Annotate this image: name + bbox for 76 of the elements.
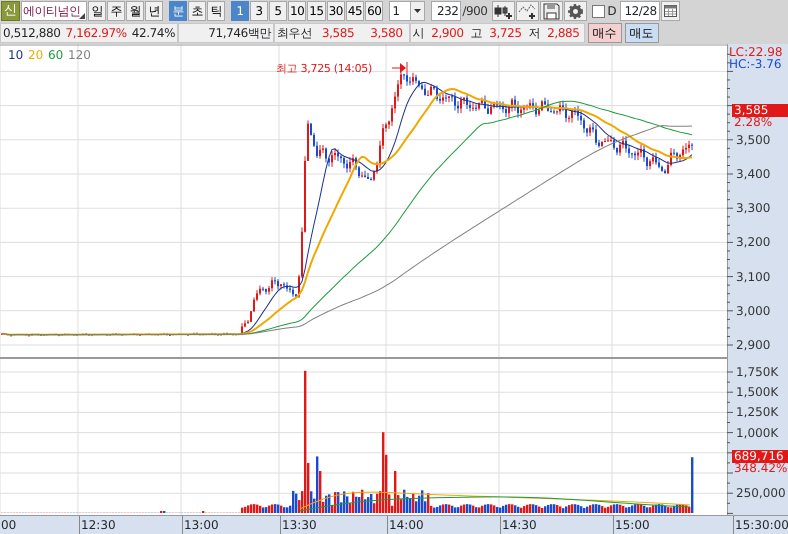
hc-value: HC:-3.76 (729, 58, 782, 71)
volume-axis-label: 1,750K (736, 366, 778, 379)
volume-ratio-tag: 348.42% (734, 462, 788, 475)
price-field-value: 2,885 (547, 25, 580, 42)
sell-button[interactable]: 매도 (624, 23, 659, 43)
unit-tab[interactable]: 틱 (207, 1, 225, 21)
period-tab[interactable]: 월 (126, 1, 144, 21)
interval-tab[interactable]: 45 (346, 1, 364, 21)
stock-name-field[interactable]: 에이티넘인 (21, 1, 87, 21)
lc-value: LC:22.98 (729, 46, 782, 59)
unit-tab[interactable]: 분 (169, 1, 187, 21)
volume-ratio: 7,162.97% (65, 25, 127, 42)
unit-tab[interactable]: 초 (188, 1, 206, 21)
time-axis-label: 14:00 (389, 519, 424, 532)
volume-axis-label: 1,250K (736, 406, 778, 420)
line-add-icon[interactable] (518, 2, 538, 20)
time-axis-label: 15:00 (615, 519, 650, 532)
price-tag: 3,585 (732, 104, 788, 117)
interval-tab[interactable]: 30 (326, 1, 345, 21)
volume-axis-label: 250,000 (736, 487, 786, 500)
dropdown-caret-icon[interactable] (414, 9, 422, 13)
multiplier-select[interactable]: 1 (389, 1, 426, 21)
price-field-value: 2,900 (431, 25, 464, 42)
corner-caret-icon (79, 13, 85, 19)
price-field-label: 시 (412, 25, 424, 42)
turnover-rate: 42.74% (132, 25, 176, 42)
price-axis-label: 3,200 (736, 236, 770, 250)
price-axis-label: 3,500 (736, 134, 770, 147)
high-price-note: 최고 3,725 (14:05) (276, 62, 372, 75)
time-axis-label: 14:30 (502, 519, 537, 532)
interval-tab[interactable]: 1 (231, 1, 249, 21)
time-axis-label: 00 (1, 519, 16, 532)
volume-axis-label: 1,000K (736, 426, 778, 440)
time-axis-label: 15:30:00 (735, 519, 788, 532)
interval-tab[interactable]: 15 (307, 1, 326, 21)
time-axis-label: 13:00 (184, 519, 219, 532)
price-axis-label: 3,000 (736, 304, 770, 318)
legend-label: 20 (28, 49, 44, 62)
period-tab[interactable]: 일 (88, 1, 106, 21)
date-field[interactable]: 12/28 (620, 1, 660, 21)
interval-tab[interactable]: 60 (365, 1, 384, 21)
bid-price: 3,580 (370, 25, 403, 42)
legend-label: 10 (8, 49, 24, 62)
price-field-label: 고 (470, 25, 482, 42)
price-axis-label: 2,900 (736, 339, 770, 352)
volume-axis-label: 1,500K (736, 386, 778, 400)
d-checkbox[interactable] (592, 4, 606, 18)
bar-max-label: /900 (462, 3, 488, 20)
interval-tab[interactable]: 3 (250, 1, 268, 21)
price-axis-label: 3,400 (736, 168, 770, 181)
trade-amount: 71,746백만 (208, 25, 272, 42)
settings-icon[interactable] (566, 2, 586, 20)
price-field-label: 저 (528, 25, 540, 42)
d-label: D (607, 3, 617, 20)
buy-button[interactable]: 매수 (588, 23, 622, 43)
best-quote-label: 최우선 (277, 25, 312, 42)
save-icon[interactable] (542, 2, 562, 20)
volume-value: 0,512,880 (3, 25, 60, 42)
legend-label: 120 (68, 49, 91, 62)
time-axis-label: 13:30 (282, 519, 317, 532)
interval-tab[interactable]: 10 (288, 1, 306, 21)
price-field-value: 3,725 (489, 25, 522, 42)
legend-label: 60 (48, 49, 64, 62)
arrow-icon (392, 62, 408, 74)
market-badge: 신 (1, 1, 20, 21)
period-tab[interactable]: 주 (107, 1, 125, 21)
price-axis-label: 3,100 (736, 270, 770, 284)
volume-tag: 689,716 (732, 450, 788, 463)
ask-price: 3,585 (322, 25, 354, 42)
price-axis-label: 3,300 (736, 202, 770, 216)
bar-count-field[interactable]: 232 (431, 1, 462, 21)
calendar-icon[interactable] (664, 5, 677, 17)
change-tag: 2.28% (734, 116, 772, 129)
interval-tab[interactable]: 5 (269, 1, 287, 21)
period-tab[interactable]: 년 (145, 1, 163, 21)
time-axis-label: 12:30 (81, 519, 116, 532)
